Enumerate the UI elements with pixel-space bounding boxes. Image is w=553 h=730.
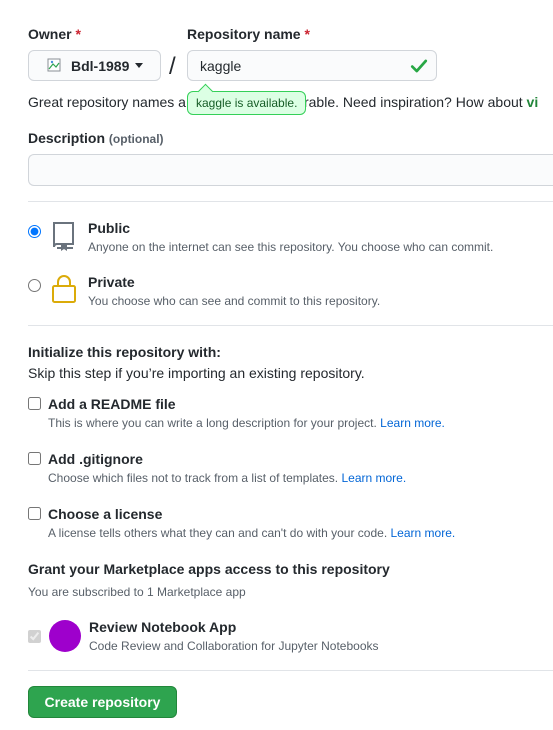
app-name: Review Notebook App [89,619,237,635]
private-note: You choose who can see and commit to thi… [88,294,381,308]
readme-note: This is where you can write a long descr… [48,416,445,430]
public-title: Public [88,220,131,236]
marketplace-subtitle: You are subscribed to 1 Marketplace app [28,585,246,599]
readme-learn-more-link[interactable]: Learn more. [380,416,445,430]
description-input[interactable] [28,154,553,186]
init-subtitle: Skip this step if you’re importing an ex… [28,365,365,381]
license-note: A license tells others what they can and… [48,526,455,540]
license-checkbox[interactable] [28,507,41,520]
repo-required-mark: * [304,26,310,42]
repo-name-label-text: Repository name [187,26,301,42]
divider [28,325,553,326]
chevron-down-icon [135,63,144,68]
create-repository-button[interactable]: Create repository [28,686,177,718]
private-title: Private [88,274,135,290]
gitignore-title: Add .gitignore [48,451,143,467]
repo-name-input[interactable] [187,50,437,81]
repo-icon [53,222,74,251]
hint-middle: rable. Need inspiration? How about [303,94,527,110]
app-description: Code Review and Collaboration for Jupyte… [89,639,379,653]
owner-required-mark: * [75,26,81,42]
suggested-name-link[interactable]: vi [527,94,539,110]
broken-image-icon [47,58,61,71]
availability-tooltip-text: kaggle is available. [196,96,298,110]
marketplace-title: Grant your Marketplace apps access to th… [28,561,390,577]
repo-name-label: Repository name * [187,26,310,42]
public-radio[interactable] [28,225,41,238]
license-title: Choose a license [48,506,163,522]
owner-avatar [45,56,65,76]
description-optional-label: (optional) [108,132,164,146]
owner-label: Owner * [28,26,81,42]
hint-prefix: Great repository names a [28,94,186,110]
gitignore-note: Choose which files not to track from a l… [48,471,406,485]
public-note: Anyone on the internet can see this repo… [88,240,494,254]
lock-icon [52,275,76,303]
private-radio[interactable] [28,279,41,292]
init-title: Initialize this repository with: [28,344,221,360]
availability-tooltip: kaggle is available. [187,91,307,115]
owner-name: Bdl-1989 [71,57,130,74]
license-learn-more-link[interactable]: Learn more. [391,526,456,540]
gitignore-checkbox[interactable] [28,452,41,465]
gitignore-learn-more-link[interactable]: Learn more. [341,471,406,485]
owner-dropdown[interactable]: Bdl-1989 [28,50,161,81]
check-icon [410,59,428,73]
app-avatar [49,620,81,652]
readme-note-text: This is where you can write a long descr… [48,416,377,430]
gitignore-note-text: Choose which files not to track from a l… [48,471,339,485]
owner-repo-separator: / [169,53,176,80]
divider [28,670,553,671]
divider [28,201,553,202]
owner-label-text: Owner [28,26,72,42]
marketplace-app-checkbox[interactable] [28,630,41,643]
readme-checkbox[interactable] [28,397,41,410]
description-label-text: Description [28,130,106,146]
readme-title: Add a README file [48,396,176,412]
license-note-text: A license tells others what they can and… [48,526,388,540]
description-label: Description (optional) [28,130,164,146]
